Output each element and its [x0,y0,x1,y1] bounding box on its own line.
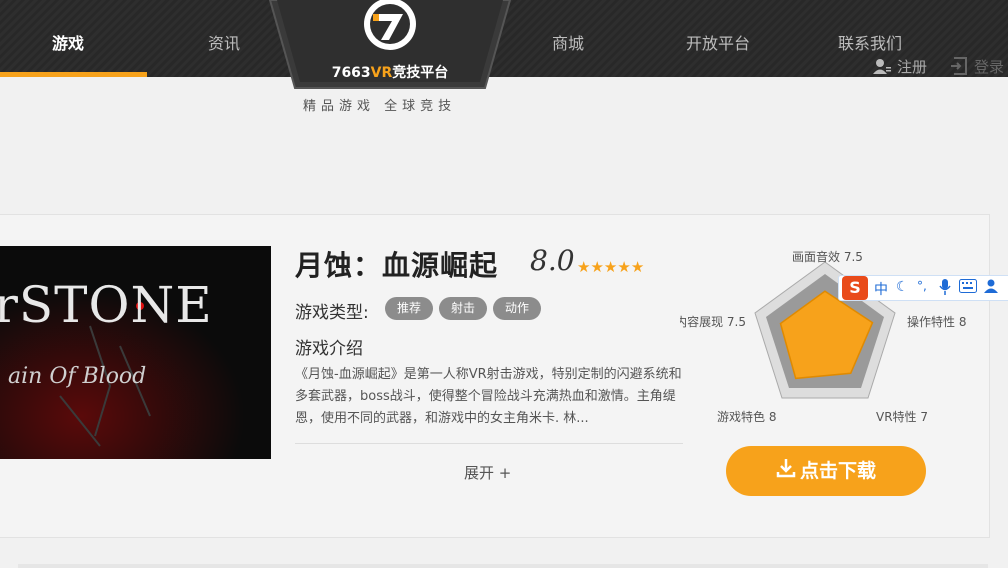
microphone-icon[interactable] [939,279,951,299]
nav-item-news[interactable]: 资讯 [208,30,240,54]
tag-action[interactable]: 动作 [493,297,542,320]
cover-title-text: rSTONE [0,276,213,334]
rating-radar: 画面音效 7.5 操作特性 8 VR特性 7 游戏特色 8 内容展现 7.5 [680,240,980,430]
moon-icon[interactable]: ☾ [896,279,909,295]
expand-button[interactable]: 展开 + [464,462,511,483]
game-intro-label: 游戏介绍 [295,339,363,359]
register-label: 注册 [897,58,928,76]
divider [295,443,683,444]
download-label: 点击下载 [799,460,876,482]
radar-label-vr: VR特性 7 [876,410,928,424]
rating-stars: ★★★★★ [577,258,644,276]
nav-item-contact[interactable]: 联系我们 [838,30,902,54]
slogan: 精品游戏 全球竞技 [303,99,457,114]
logo-7-icon [364,0,416,50]
ime-toolbar[interactable]: S 中 ☾ °, [838,275,1008,301]
user-add-icon [873,58,891,78]
game-cover-image[interactable]: rSTONE ain Of Blood [0,246,271,459]
star-icon: ★ [590,258,604,276]
ime-logo-icon[interactable]: S [842,276,868,300]
login-link[interactable]: 登录 [950,56,1004,79]
login-icon [950,56,968,79]
brand-suffix: 竞技平台 [392,65,449,81]
next-card-edge [18,564,988,568]
punctuation-icon[interactable]: °, [917,279,927,293]
download-icon [776,447,796,497]
game-score: 8.0 [530,244,575,277]
nav-active-indicator [0,72,147,77]
tag-recommended[interactable]: 推荐 [385,297,434,320]
game-type-label: 游戏类型: [295,303,369,323]
radar-label-controls: 操作特性 8 [907,315,967,329]
ime-mode-toggle[interactable]: 中 [874,279,888,299]
user-icon[interactable] [984,279,998,297]
star-icon: ★ [617,258,631,276]
nav-item-store[interactable]: 商城 [552,30,584,54]
brand-vr: VR [370,65,393,81]
game-title: 月蚀：血源崛起 [295,249,499,282]
login-label: 登录 [974,58,1005,76]
register-link[interactable]: 注册 [873,56,927,78]
nav-item-games[interactable]: 游戏 [52,30,84,54]
brand-name: 7663VR竞技平台 [265,62,515,82]
tag-shooting[interactable]: 射击 [439,297,488,320]
star-icon: ★ [603,258,618,276]
cover-subtitle-text: ain Of Blood [8,364,147,389]
radar-label-features: 游戏特色 8 [717,410,777,424]
star-icon: ★ [577,258,591,276]
game-description: 《月蚀-血源崛起》是第一人称VR射击游戏，特别定制的闪避系统和多套武器，boss… [295,367,682,426]
star-icon: ★ [630,258,645,276]
brand-prefix: 7663 [331,65,371,81]
logo-badge[interactable]: 7663VR竞技平台 [265,0,515,90]
radar-label-content: 内容展现 7.5 [680,315,746,329]
download-button[interactable]: 点击下载 [726,446,926,496]
keyboard-icon[interactable] [959,279,977,297]
nav-item-open-platform[interactable]: 开放平台 [686,30,750,54]
radar-label-audio-visual: 画面音效 7.5 [792,250,863,264]
